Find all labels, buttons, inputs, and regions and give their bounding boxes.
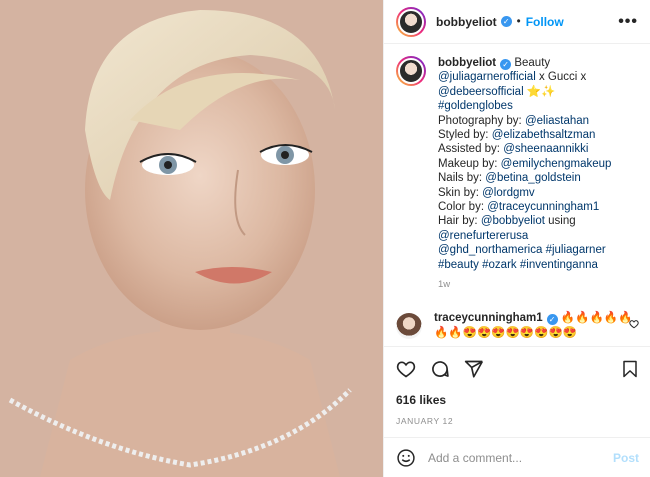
mention-link[interactable]: @bobbyeliot: [481, 215, 545, 227]
caption-fragment: Color by:: [438, 201, 488, 214]
post-header: bobbyeliot ✓ • Follow •••: [384, 0, 650, 44]
caption-fragment: Skin by:: [438, 186, 483, 199]
caption-fragment: Assisted by:: [438, 143, 504, 156]
mention-link[interactable]: @lordgmv: [482, 187, 535, 199]
caption-area: bobbyeliot ✓ Beauty @juliagarnerofficial x…: [384, 44, 650, 302]
mention-link[interactable]: @ghd_northamerica: [438, 244, 542, 256]
like-comment-icon[interactable]: [629, 319, 639, 329]
post-comment-button[interactable]: Post: [613, 451, 639, 465]
share-icon[interactable]: [464, 359, 484, 379]
caption-line: Color by: @traceycunningham1: [438, 200, 611, 214]
verified-badge-icon: ✓: [500, 16, 512, 27]
bookmark-icon[interactable]: [621, 359, 639, 379]
caption-line: @ghd_northamerica #juliagarner: [438, 243, 611, 257]
caption-line: Styled by: @elizabethsaltzman: [438, 128, 611, 142]
comment-input[interactable]: Add a comment...: [428, 451, 522, 465]
caption-fragment: Styled by:: [438, 129, 492, 142]
hashtag-link[interactable]: #beauty: [438, 259, 479, 271]
mention-link[interactable]: @emilychengmakeup: [501, 158, 612, 170]
caption-line: Photography by: @eliastahan: [438, 114, 611, 128]
caption-line: Skin by: @lordgmv: [438, 186, 611, 200]
verified-badge-icon: ✓: [500, 59, 512, 70]
post-photo[interactable]: [0, 0, 383, 477]
caption-line: Hair by: @bobbyeliot using: [438, 214, 611, 228]
commenter-username[interactable]: traceycunningham1: [434, 312, 543, 324]
hashtag-link[interactable]: #inventinganna: [520, 259, 598, 271]
caption-line: Makeup by: @emilychengmakeup: [438, 157, 611, 171]
mention-link[interactable]: @renefurtererusa: [438, 230, 528, 242]
caption-fragment: Photography by:: [438, 114, 525, 127]
portrait-image: [0, 0, 383, 477]
hashtag-link[interactable]: #ozark: [482, 259, 517, 271]
caption-fragment: Nails by:: [438, 172, 486, 185]
emoji-icon[interactable]: [396, 448, 416, 468]
instagram-post: bobbyeliot ✓ • Follow ••• bobbyeliot ✓ Be…: [0, 0, 650, 477]
caption-line: Assisted by: @sheenaannikki: [438, 142, 611, 156]
caption-fragment: Hair by:: [438, 215, 481, 228]
caption-line: @juliagarnerofficial x Gucci x: [438, 70, 611, 84]
author-username[interactable]: bobbyeliot: [436, 15, 497, 29]
caption-line: @debeersofficial ⭐✨: [438, 85, 611, 99]
caption-avatar[interactable]: [396, 56, 426, 86]
author-avatar[interactable]: [396, 6, 426, 37]
post-date: JANUARY 12: [396, 416, 454, 426]
hashtag-link[interactable]: #juliagarner: [546, 244, 606, 256]
caption-fragment: x Gucci x: [535, 71, 587, 84]
caption-line: Nails by: @betina_goldstein: [438, 171, 611, 185]
caption-line: #goldenglobes: [438, 99, 611, 113]
verified-badge-icon: ✓: [546, 314, 558, 325]
caption-line: #beauty #ozark #inventinganna: [438, 258, 611, 272]
follow-button[interactable]: Follow: [526, 15, 564, 29]
commenter-avatar[interactable]: [396, 313, 422, 339]
add-comment-bar: Add a comment... Post: [384, 437, 650, 477]
mention-link[interactable]: @juliagarnerofficial: [438, 71, 536, 83]
mention-link[interactable]: @betina_goldstein: [485, 172, 580, 184]
post-time[interactable]: 1w: [438, 278, 611, 292]
caption-line: bobbyeliot ✓ Beauty: [438, 56, 611, 70]
mention-link[interactable]: @sheenaannikki: [503, 143, 588, 155]
comment-text: traceycunningham1 ✓ 🔥🔥🔥🔥🔥🔥🔥😍😍😍😍😍😍😍😍: [434, 311, 639, 341]
post-sidebar: bobbyeliot ✓ • Follow ••• bobbyeliot ✓ Be…: [383, 0, 650, 477]
heart-icon[interactable]: [396, 359, 416, 379]
action-bar: 616 likes JANUARY 12: [384, 346, 650, 426]
caption-line: @renefurtererusa: [438, 229, 611, 243]
caption-fragment: Beauty: [514, 57, 551, 69]
hashtag-link[interactable]: #goldenglobes: [438, 100, 513, 112]
caption-text: bobbyeliot ✓ Beauty @juliagarnerofficial x…: [438, 56, 611, 293]
caption-fragment: using: [544, 215, 576, 228]
mention-link[interactable]: @traceycunningham1: [487, 201, 599, 213]
separator-dot: •: [516, 15, 521, 28]
more-options-icon[interactable]: •••: [618, 13, 638, 31]
likes-count[interactable]: 616 likes: [396, 393, 639, 407]
mention-link[interactable]: @eliastahan: [525, 115, 589, 127]
caption-fragment: Makeup by:: [438, 157, 501, 170]
mention-link[interactable]: @debeersofficial: [438, 86, 524, 98]
caption-fragment: ⭐✨: [523, 85, 556, 98]
comment-item: traceycunningham1 ✓ 🔥🔥🔥🔥🔥🔥🔥😍😍😍😍😍😍😍😍: [396, 311, 639, 341]
comment-icon[interactable]: [430, 359, 450, 379]
caption-username[interactable]: bobbyeliot: [438, 57, 496, 69]
mention-link[interactable]: @elizabethsaltzman: [492, 129, 596, 141]
